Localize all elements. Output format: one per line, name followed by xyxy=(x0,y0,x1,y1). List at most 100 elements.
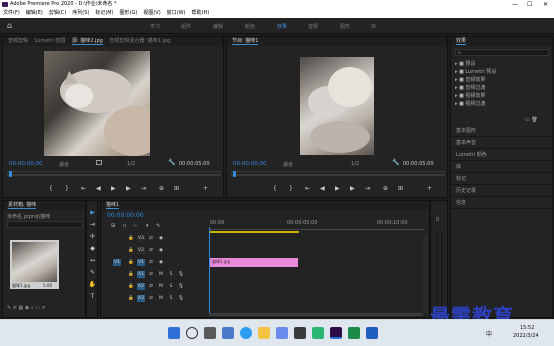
mute-button[interactable]: M xyxy=(157,295,165,302)
settings-icon[interactable] xyxy=(96,160,102,165)
green-app-icon[interactable] xyxy=(348,327,360,339)
tab-audio-mixer[interactable]: 音频剪辑混合器: 猫咪1.jpg xyxy=(109,38,170,44)
play-button[interactable]: ▶ xyxy=(111,185,116,192)
source-timecode[interactable]: 00:00:00:00 xyxy=(9,161,43,167)
tree-item-presets[interactable]: ▸ ■ 预设 xyxy=(455,60,550,68)
tree-item-video-transitions[interactable]: ▸ ■ 视频过渡 xyxy=(455,100,550,108)
source-patch-v1[interactable]: V1 xyxy=(113,259,121,266)
solo-button[interactable]: S xyxy=(167,295,175,302)
wrench-icon[interactable]: 🔧 xyxy=(392,159,399,166)
taskbar-date[interactable]: 2022/3/24 xyxy=(513,333,539,339)
workspace-editing[interactable]: 编辑 xyxy=(213,23,223,30)
source-playhead[interactable] xyxy=(9,171,12,177)
play-button[interactable]: ▶ xyxy=(335,185,340,192)
track-v1-label[interactable]: V1 xyxy=(137,259,145,266)
mic-icon[interactable]: 🎙 xyxy=(177,271,185,278)
mute-button[interactable]: M xyxy=(157,271,165,278)
mark-out-button[interactable]: } xyxy=(65,185,69,192)
go-to-in-button[interactable]: ⇤ xyxy=(305,185,310,192)
project-footer-tools[interactable]: ✎ ≡ ▦ ◉ ⌕ ▭ ✕ xyxy=(7,305,83,312)
timeline-vertical-scrollbar[interactable] xyxy=(423,235,428,313)
workspace-learning[interactable]: 学习 xyxy=(150,23,160,30)
mic-icon[interactable]: 🎙 xyxy=(177,283,185,290)
mark-out-button[interactable]: } xyxy=(289,185,293,192)
home-icon[interactable]: ⌂ xyxy=(7,22,15,30)
program-ruler[interactable] xyxy=(231,168,445,172)
workspace-audio[interactable]: 音频 xyxy=(308,23,318,30)
workspace-graphics[interactable]: 图形 xyxy=(340,23,350,30)
tab-bin[interactable]: 素材箱: 猫咪 xyxy=(8,202,37,209)
program-resolution-dropdown[interactable]: 1/2 xyxy=(351,161,359,167)
section-essential-sound[interactable]: 基本声音 xyxy=(451,137,552,149)
menu-file[interactable]: 文件(F) xyxy=(3,9,20,18)
mic-icon[interactable]: 🎙 xyxy=(177,295,185,302)
ripple-edit-tool-icon[interactable]: ✢ xyxy=(88,232,97,241)
step-back-button[interactable]: ◀ xyxy=(320,185,325,192)
timeline-ruler[interactable] xyxy=(209,227,425,230)
track-a1-label[interactable]: A1 xyxy=(137,271,145,278)
extract-button[interactable]: ⊞ xyxy=(398,185,403,192)
tab-audio-clip[interactable]: 音频剪辑 xyxy=(8,38,28,44)
section-info[interactable]: 信息 xyxy=(451,197,552,209)
store-icon[interactable] xyxy=(276,327,288,339)
section-markers[interactable]: 标记 xyxy=(451,173,552,185)
workspace-effects[interactable]: 效果 xyxy=(277,23,287,30)
lock-icon[interactable]: 🔒 xyxy=(127,271,135,278)
solo-button[interactable]: S xyxy=(167,283,175,290)
lift-button[interactable]: ⊕ xyxy=(383,185,388,192)
clip-thumbnail[interactable]: 猫咪1.jpg 5:00 xyxy=(10,240,59,289)
minimize-button[interactable]: — xyxy=(512,0,518,9)
menu-view[interactable]: 视图(V) xyxy=(143,9,160,18)
program-scrollbar[interactable] xyxy=(231,174,445,176)
slip-tool-icon[interactable]: ↔ xyxy=(88,256,97,265)
menu-edit[interactable]: 编辑(E) xyxy=(26,9,43,18)
close-button[interactable]: ✕ xyxy=(543,0,548,9)
program-fit-dropdown[interactable]: 适合 xyxy=(283,161,293,168)
sync-icon[interactable]: ⇄ xyxy=(147,259,155,266)
eye-icon[interactable]: ◉ xyxy=(157,259,165,266)
program-timecode[interactable]: 00:00:00:00 xyxy=(233,161,267,167)
step-back-button[interactable]: ◀ xyxy=(96,185,101,192)
taskbar-time[interactable]: 15:52 xyxy=(520,325,534,331)
tree-item-video-effects[interactable]: ▸ ■ 视频效果 xyxy=(455,92,550,100)
hand-tool-icon[interactable]: ✋ xyxy=(88,280,97,289)
work-area-bar[interactable] xyxy=(209,231,299,233)
lock-icon[interactable]: 🔒 xyxy=(127,259,135,266)
sync-icon[interactable]: ⇄ xyxy=(147,271,155,278)
timeline-playhead[interactable] xyxy=(209,227,210,313)
lock-icon[interactable]: 🔒 xyxy=(127,235,135,242)
track-select-tool-icon[interactable]: ⇥ xyxy=(88,220,97,229)
insert-button[interactable]: ⊕ xyxy=(159,185,164,192)
eye-icon[interactable]: ◉ xyxy=(157,247,165,254)
overwrite-button[interactable]: ⊞ xyxy=(174,185,179,192)
go-to-in-button[interactable]: ⇤ xyxy=(81,185,86,192)
mark-in-button[interactable]: { xyxy=(49,185,53,192)
sync-icon[interactable]: ⇄ xyxy=(147,283,155,290)
effects-search-input[interactable]: ⌕ xyxy=(455,49,549,56)
source-resolution-dropdown[interactable]: 1/2 xyxy=(127,161,135,167)
track-a3-label[interactable]: A3 xyxy=(137,295,145,302)
track-a2-label[interactable]: A2 xyxy=(137,283,145,290)
step-forward-button[interactable]: ▶ xyxy=(350,185,355,192)
source-ruler[interactable] xyxy=(7,168,221,172)
program-playhead[interactable] xyxy=(233,171,236,177)
section-lumetri-color[interactable]: Lumetri 颜色 xyxy=(451,149,552,161)
timeline-horizontal-scrollbar[interactable] xyxy=(209,313,423,316)
menu-help[interactable]: 帮助(H) xyxy=(192,9,210,18)
menu-clip[interactable]: 剪辑(C) xyxy=(49,9,66,18)
menu-marker[interactable]: 标记(M) xyxy=(95,9,113,18)
word-icon[interactable] xyxy=(366,327,378,339)
file-explorer-icon[interactable] xyxy=(258,327,270,339)
edge-icon[interactable] xyxy=(240,327,252,339)
section-essential-graphics[interactable]: 基本图形 xyxy=(451,125,552,137)
type-tool-icon[interactable]: T xyxy=(88,292,97,301)
lock-icon[interactable]: 🔒 xyxy=(127,247,135,254)
solo-button[interactable]: S xyxy=(167,271,175,278)
lock-icon[interactable]: 🔒 xyxy=(127,283,135,290)
section-libraries[interactable]: 库 xyxy=(451,161,552,173)
tab-source[interactable]: 源: 猫咪2.jpg xyxy=(72,38,103,45)
widgets-icon[interactable] xyxy=(222,327,234,339)
app-icon[interactable] xyxy=(294,327,306,339)
sync-icon[interactable]: ⇄ xyxy=(147,247,155,254)
tab-sequence[interactable]: 猫咪1 xyxy=(106,202,120,209)
